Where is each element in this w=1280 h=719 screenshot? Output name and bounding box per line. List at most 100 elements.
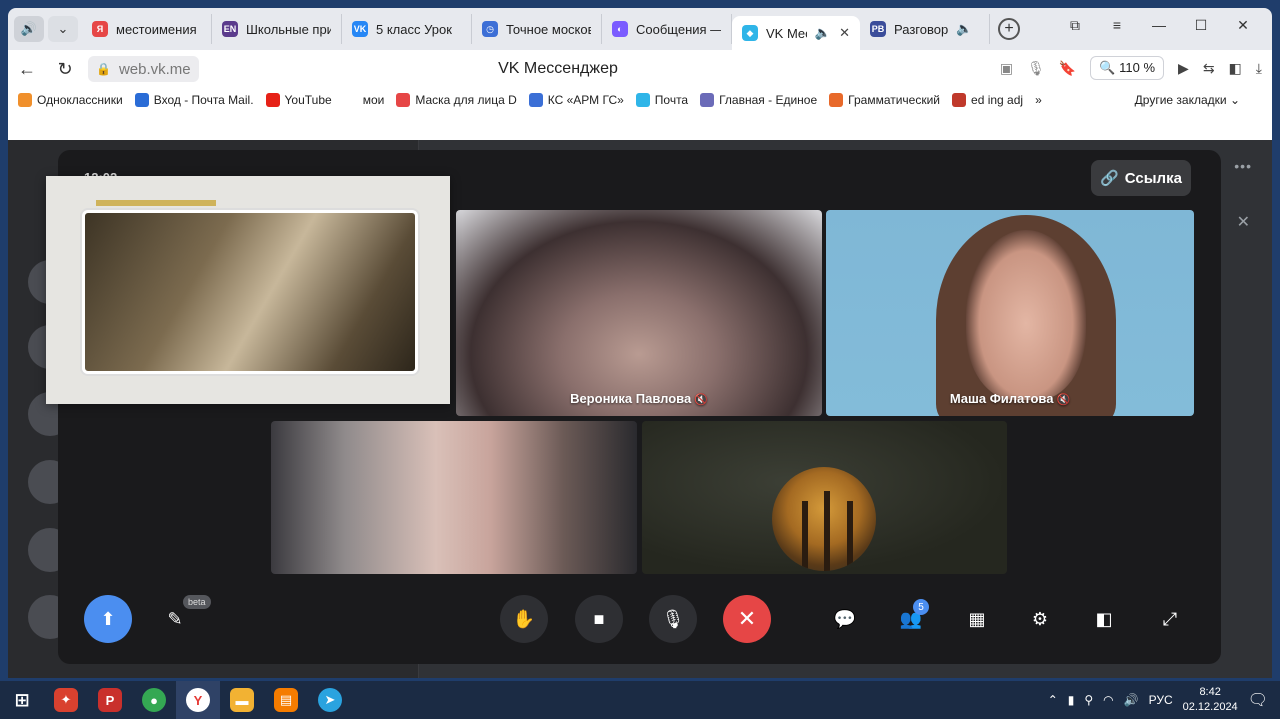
bookmark-label: Грамматический [848,93,941,107]
bookmark-item[interactable]: Главная - Единое [700,93,817,107]
screen-share-preview[interactable] [46,176,450,404]
tab-label: Школьные при [246,21,331,37]
bookmark-label: Главная - Единое [719,93,818,107]
menu-icon[interactable]: ≡ [1096,12,1138,38]
new-tab-button[interactable]: + [998,18,1020,40]
participant-video [966,230,1086,400]
bookmark-item[interactable]: YouTube [265,93,332,107]
bookmark-item[interactable]: Вход - Почта Mail. [134,93,254,107]
bookmark-item[interactable]: мои [344,93,385,107]
tabs-icon[interactable]: ⧉ [1054,12,1096,38]
url-field[interactable]: 🔒 web.vk.me [88,56,199,82]
bookmark-label: YouTube [284,93,332,107]
link-icon: 🔗 [1100,170,1119,187]
chevron-up-icon[interactable]: ⌃ [1048,693,1058,707]
bookmark-item[interactable]: Грамматический [829,93,940,107]
close-tab-icon[interactable]: ✕ [839,25,850,41]
participant-tile[interactable]: Маша Филатова 🔇 [826,210,1194,416]
chat-button[interactable]: 💬 [821,595,869,643]
share-screen-button[interactable]: ⬆ [84,595,132,643]
microphone-icon[interactable]: 🎙 [1027,60,1045,77]
end-call-button[interactable]: ✕ [723,595,771,643]
address-bar: ← ↻ 🔒 web.vk.me VK Мессенджер ▣ 🎙 🔖 🔍 11… [8,50,1272,88]
participant-name: Маша Филатова [949,391,1054,406]
network-icon[interactable]: ⚲ [1084,693,1093,707]
play-icon[interactable]: ▶ [1178,60,1189,77]
zoom-indicator[interactable]: 🔍 110 % [1090,56,1165,80]
layout-button[interactable]: ▦ [953,595,1001,643]
participants-button[interactable]: 👥 5 [887,595,935,643]
bookmark-item[interactable]: КС «АРМ ГС» [528,93,624,107]
link-button[interactable]: 🔗 Ссылка [1091,160,1191,196]
close-tab-icon[interactable]: 🔈 [956,21,972,37]
bookmark-item[interactable]: Почта [635,93,689,107]
translate-icon[interactable]: ⇆ [1203,60,1215,77]
bookmark-item[interactable]: Одноклассники [18,93,123,107]
downloads-icon[interactable]: ⤓ [1256,60,1262,77]
notifications-icon[interactable]: 🗨 [1248,690,1268,710]
tab-4[interactable]: ◐ Сообщения — С [602,14,732,44]
back-button[interactable]: ← [8,50,46,88]
bookmark-item[interactable]: ed ing adj [952,93,1023,107]
tab-label: местоимения в [116,21,201,37]
tab-favicon: ◷ [482,21,498,37]
other-bookmarks[interactable]: Другие закладки ⌄ [1135,93,1240,107]
participant-tile[interactable] [642,421,1007,574]
bookmark-icon [265,93,280,107]
extension-icon[interactable]: ◧ [1229,60,1242,77]
tab-5[interactable]: ◆ VK Мессе 🔈 ✕ [732,16,860,50]
tab-2[interactable]: VK 5 класс Урок [342,14,472,44]
link-button-label: Ссылка [1124,169,1182,187]
volume-icon[interactable]: 🔊 [1124,693,1139,707]
tab-6[interactable]: PB Разговор 🔈 [860,14,990,44]
bookmark-label: Почта [654,93,689,107]
tab-0[interactable]: Яместоимения в [82,14,212,44]
close-icon[interactable]: ✕ [1237,212,1250,232]
bookmark-icon [18,93,32,107]
maximize-button[interactable]: ☐ [1180,12,1222,38]
clock[interactable]: 8:42 02.12.2024 [1183,685,1238,715]
minimize-call-button[interactable]: ◧ [1080,595,1128,643]
close-tab-icon[interactable]: 🔈 [815,25,831,41]
bookmark-label: Вход - Почта Mail. [153,93,254,107]
effects-button[interactable]: ✎ beta [151,595,211,643]
usb-icon[interactable]: ▮ [1068,693,1075,707]
tab-1[interactable]: EN Школьные при [212,14,342,44]
language-indicator[interactable]: РУС [1149,693,1173,707]
raise-hand-button[interactable]: ✋ [500,595,548,643]
participant-avatar [772,467,876,571]
audio-tab-button[interactable]: 🔊 [14,16,44,42]
participant-tile[interactable] [271,421,637,574]
camera-icon[interactable]: ▣ [1000,60,1013,77]
settings-button[interactable]: ⚙ [1016,595,1064,643]
tabs-menu-button[interactable]: ⌄ [48,16,78,42]
tab-favicon: Я [92,21,108,37]
fullscreen-button[interactable]: ⤢ [1146,595,1194,643]
call-window: 12:02 🔗 Ссылка Вероника Павлова🔇 Маша Фи… [46,150,1221,664]
yandex-browser-icon[interactable]: Y [176,681,220,719]
tab-label: Сообщения — С [636,21,721,37]
tab-label: 5 класс Урок [376,21,452,37]
app-icon[interactable]: ▤ [264,681,308,719]
bookmarks-more[interactable]: » [1035,93,1042,107]
bookmark-icon[interactable]: 🔖 [1059,60,1076,77]
browser-tabbar: 🔊 ⌄ Яместоимения в EN Школьные при VK 5 клас… [8,8,1272,50]
file-explorer-icon[interactable]: ▬ [220,681,264,719]
participant-tile[interactable]: Вероника Павлова 🔇 [456,210,822,416]
app-icon[interactable]: P [88,681,132,719]
minimize-button[interactable]: — [1138,12,1180,38]
microphone-button[interactable]: 🎙 [649,595,697,643]
tab-3[interactable]: ◷ Точное москов [472,14,602,44]
chrome-icon[interactable]: ● [132,681,176,719]
camera-button[interactable]: ■ [575,595,623,643]
telegram-icon[interactable]: ➤ [308,681,352,719]
reload-button[interactable]: ↻ [46,50,84,88]
more-icon[interactable]: ••• [1234,158,1252,174]
bookmark-item[interactable]: Маска для лица D [396,93,517,107]
tab-favicon: VK [352,21,368,37]
wifi-icon[interactable]: ◠ [1103,693,1113,707]
bookmark-icon [829,93,844,107]
start-button[interactable]: ⊞ [0,681,44,719]
close-window-button[interactable]: ✕ [1222,12,1264,38]
app-icon[interactable]: ✦ [44,681,88,719]
